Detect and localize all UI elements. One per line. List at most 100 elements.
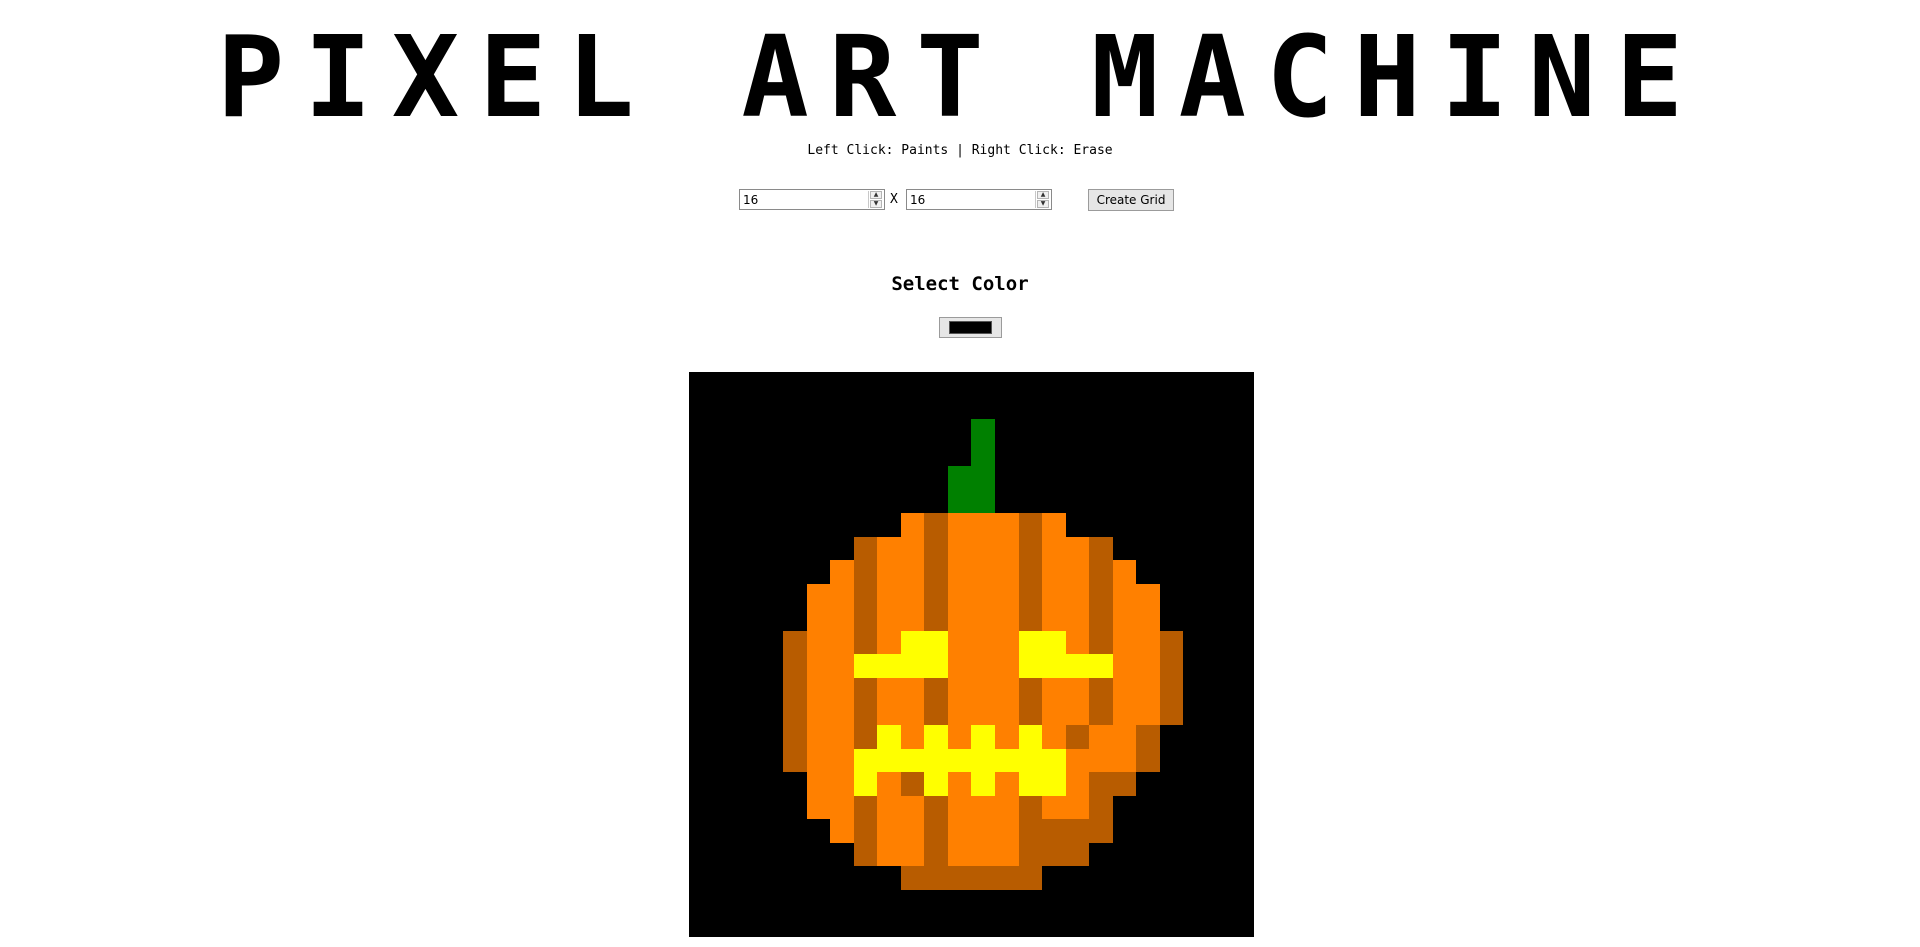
pixel-cell[interactable] [1065,654,1090,679]
pixel-cell[interactable] [1230,889,1254,914]
pixel-cell[interactable] [712,466,737,490]
pixel-cell[interactable] [736,701,760,726]
pixel-cell[interactable] [1042,419,1066,443]
pixel-cell[interactable] [1112,489,1137,514]
pixel-cell[interactable] [1065,630,1090,655]
pixel-cell[interactable] [877,678,901,702]
pixel-cell[interactable] [1112,725,1137,749]
grid-height-spinner[interactable]: ▲ ▼ [868,191,882,208]
pixel-cell[interactable] [1183,630,1207,655]
create-grid-button[interactable]: Create Grid [1088,189,1174,211]
pixel-cell[interactable] [1112,607,1137,631]
pixel-cell[interactable] [1065,513,1090,537]
pixel-cell[interactable] [783,372,807,396]
pixel-cell[interactable] [1089,419,1113,443]
pixel-cell[interactable] [1018,395,1043,420]
pixel-cell[interactable] [736,842,760,867]
pixel-cell[interactable] [1206,889,1231,914]
pixel-cell[interactable] [924,607,948,631]
pixel-cell[interactable] [1183,372,1207,396]
pixel-cell[interactable] [924,489,948,514]
pixel-cell[interactable] [783,513,807,537]
pixel-cell[interactable] [1136,442,1160,467]
pixel-cell[interactable] [759,772,784,796]
pixel-cell[interactable] [924,819,948,843]
pixel-cell[interactable] [1112,889,1137,914]
pixel-cell[interactable] [995,913,1019,937]
pixel-cell[interactable] [1112,560,1137,584]
pixel-cell[interactable] [1136,372,1160,396]
pixel-cell[interactable] [924,866,948,890]
pixel-cell[interactable] [689,795,713,820]
pixel-cell[interactable] [806,772,831,796]
pixel-cell[interactable] [995,889,1019,914]
pixel-cell[interactable] [712,654,737,679]
pixel-cell[interactable] [1042,536,1066,561]
pixel-cell[interactable] [1065,560,1090,584]
pixel-cell[interactable] [1230,772,1254,796]
pixel-cell[interactable] [924,583,948,608]
pixel-cell[interactable] [1206,701,1231,726]
pixel-cell[interactable] [783,889,807,914]
pixel-cell[interactable] [1042,819,1066,843]
pixel-cell[interactable] [689,513,713,537]
pixel-cell[interactable] [1159,748,1184,773]
pixel-cell[interactable] [1065,701,1090,726]
pixel-cell[interactable] [712,442,737,467]
pixel-cell[interactable] [712,701,737,726]
pixel-cell[interactable] [853,725,878,749]
pixel-cell[interactable] [971,536,996,561]
pixel-cell[interactable] [1018,701,1043,726]
pixel-cell[interactable] [806,372,831,396]
pixel-cell[interactable] [900,372,925,396]
pixel-cell[interactable] [830,513,854,537]
pixel-cell[interactable] [1112,536,1137,561]
pixel-cell[interactable] [1230,725,1254,749]
pixel-cell[interactable] [759,701,784,726]
pixel-cell[interactable] [1230,560,1254,584]
pixel-cell[interactable] [1089,795,1113,820]
pixel-cell[interactable] [759,630,784,655]
pixel-cell[interactable] [736,607,760,631]
pixel-cell[interactable] [1230,913,1254,937]
pixel-cell[interactable] [1159,583,1184,608]
pixel-cell[interactable] [995,395,1019,420]
pixel-cell[interactable] [971,913,996,937]
pixel-cell[interactable] [995,442,1019,467]
pixel-cell[interactable] [783,866,807,890]
pixel-cell[interactable] [900,772,925,796]
pixel-cell[interactable] [877,889,901,914]
pixel-cell[interactable] [853,913,878,937]
pixel-cell[interactable] [1136,395,1160,420]
pixel-cell[interactable] [900,819,925,843]
pixel-cell[interactable] [1230,489,1254,514]
pixel-cell[interactable] [1042,630,1066,655]
pixel-cell[interactable] [995,701,1019,726]
pixel-cell[interactable] [900,419,925,443]
pixel-cell[interactable] [1112,866,1137,890]
pixel-cell[interactable] [1183,795,1207,820]
pixel-cell[interactable] [853,442,878,467]
pixel-cell[interactable] [853,419,878,443]
pixel-cell[interactable] [947,701,972,726]
spinner-up-icon[interactable]: ▲ [870,191,882,199]
pixel-cell[interactable] [1042,701,1066,726]
pixel-cell[interactable] [1230,583,1254,608]
pixel-cell[interactable] [853,489,878,514]
pixel-cell[interactable] [853,772,878,796]
pixel-cell[interactable] [995,654,1019,679]
pixel-cell[interactable] [900,442,925,467]
pixel-cell[interactable] [900,889,925,914]
pixel-cell[interactable] [1159,913,1184,937]
pixel-cell[interactable] [1183,489,1207,514]
pixel-cell[interactable] [689,372,713,396]
pixel-cell[interactable] [1112,513,1137,537]
pixel-cell[interactable] [1112,654,1137,679]
pixel-cell[interactable] [736,372,760,396]
pixel-cell[interactable] [1159,819,1184,843]
spinner-down-icon[interactable]: ▼ [1037,200,1049,208]
pixel-cell[interactable] [783,772,807,796]
pixel-cell[interactable] [947,395,972,420]
pixel-cell[interactable] [1136,536,1160,561]
pixel-cell[interactable] [736,819,760,843]
